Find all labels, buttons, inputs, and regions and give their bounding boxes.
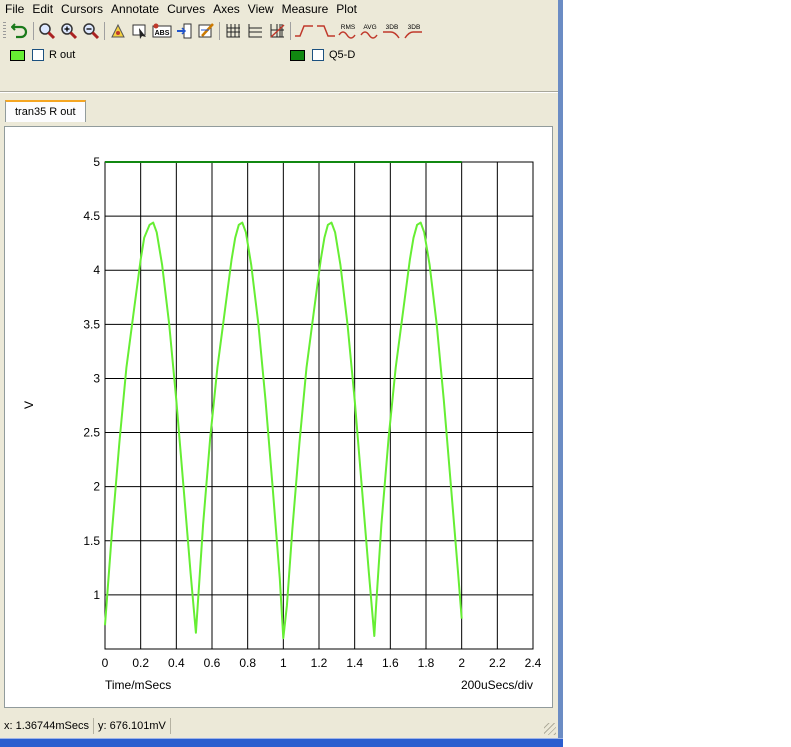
status-x-readout: x: 1.36744mSecs bbox=[0, 718, 94, 734]
status-y-readout: y: 676.101mV bbox=[94, 718, 171, 734]
menu-view[interactable]: View bbox=[244, 0, 278, 18]
y-tick-label: 1 bbox=[93, 588, 100, 602]
legend-entry-q5-d[interactable]: Q5-D bbox=[290, 49, 355, 61]
x-tick-label: 1 bbox=[280, 656, 287, 670]
x-axis-label: Time/mSecs bbox=[105, 678, 171, 692]
x-tick-label: 2.2 bbox=[489, 656, 506, 670]
undo-icon[interactable] bbox=[9, 20, 31, 42]
menu-plot[interactable]: Plot bbox=[332, 0, 361, 18]
legend-checkbox[interactable] bbox=[32, 49, 44, 61]
grid-icon[interactable] bbox=[222, 20, 244, 42]
x-tick-label: 0 bbox=[102, 656, 109, 670]
y-tick-label: 4 bbox=[93, 263, 100, 277]
menu-bar: File Edit Cursors Annotate Curves Axes V… bbox=[0, 0, 558, 18]
toolbar-separator bbox=[33, 22, 34, 40]
status-bar: x: 1.36744mSecs y: 676.101mV bbox=[0, 715, 558, 737]
legend-label: R out bbox=[49, 49, 76, 61]
y-tick-label: 3.5 bbox=[83, 317, 100, 331]
resize-grip[interactable] bbox=[544, 723, 556, 735]
y-axis-label: V bbox=[22, 401, 36, 409]
chart-grid bbox=[104, 161, 534, 650]
menu-measure[interactable]: Measure bbox=[278, 0, 333, 18]
menu-cursors[interactable]: Cursors bbox=[57, 0, 107, 18]
scale-note: 200uSecs/div bbox=[461, 678, 533, 692]
y-tick-label: 5 bbox=[93, 155, 100, 169]
toolbar-separator bbox=[104, 22, 105, 40]
legend-label: Q5-D bbox=[329, 49, 356, 61]
x-tick-label: 2.4 bbox=[525, 656, 542, 670]
x-tick-label: 1.8 bbox=[418, 656, 435, 670]
x-tick-label: 0.2 bbox=[132, 656, 149, 670]
legend-swatch[interactable] bbox=[10, 49, 25, 61]
tab-tran35-r-out[interactable]: tran35 R out bbox=[5, 100, 86, 122]
zoom-icon[interactable] bbox=[36, 20, 58, 42]
3db-low-icon[interactable]: 3DB bbox=[381, 20, 403, 42]
y-tick-label: 1.5 bbox=[83, 534, 100, 548]
avg-icon[interactable]: AVG bbox=[359, 20, 381, 42]
fall-icon[interactable] bbox=[315, 20, 337, 42]
menu-axes[interactable]: Axes bbox=[209, 0, 244, 18]
rise-icon[interactable] bbox=[293, 20, 315, 42]
toolbar-separator bbox=[219, 22, 220, 40]
plot-area[interactable]: 0 0.2 0.4 0.6 0.8 1 1.2 1.4 1.6 1.8 2 2.2 2.4 1 1.5 2 2.… bbox=[4, 126, 553, 708]
legend-checkbox[interactable] bbox=[312, 49, 324, 61]
tab-strip: tran35 R out bbox=[0, 96, 558, 124]
menu-annotate[interactable]: Annotate bbox=[107, 0, 163, 18]
x-tick-label: 1.6 bbox=[382, 656, 399, 670]
curve-legend-bar: R out Q5-D bbox=[0, 44, 558, 70]
zoom-in-icon[interactable] bbox=[58, 20, 80, 42]
legend-swatch[interactable] bbox=[290, 49, 305, 61]
rms-label: RMS bbox=[341, 24, 356, 31]
3db-low-label: 3DB bbox=[386, 24, 399, 31]
y-tick-label: 3 bbox=[93, 371, 100, 385]
log-scale-icon[interactable] bbox=[266, 20, 288, 42]
toolbar-separator bbox=[290, 22, 291, 40]
app-window: File Edit Cursors Annotate Curves Axes V… bbox=[0, 0, 558, 746]
x-tick-label: 1.4 bbox=[346, 656, 363, 670]
divider bbox=[0, 92, 558, 93]
legend-entry-r-out[interactable]: R out bbox=[10, 49, 75, 61]
menu-edit[interactable]: Edit bbox=[28, 0, 57, 18]
x-tick-label: 0.6 bbox=[204, 656, 221, 670]
abs-label: ABS bbox=[155, 30, 170, 37]
label-icon[interactable]: ABS bbox=[151, 20, 173, 42]
pan-icon[interactable] bbox=[107, 20, 129, 42]
chart[interactable]: 0 0.2 0.4 0.6 0.8 1 1.2 1.4 1.6 1.8 2 2.2 2.4 1 1.5 2 2.… bbox=[5, 127, 552, 707]
toolbar-grip[interactable] bbox=[3, 22, 6, 40]
menu-file[interactable]: File bbox=[0, 0, 28, 18]
3db-high-icon[interactable]: 3DB bbox=[403, 20, 425, 42]
3db-high-label: 3DB bbox=[408, 24, 421, 31]
menu-curves[interactable]: Curves bbox=[163, 0, 209, 18]
rms-icon[interactable]: RMS bbox=[337, 20, 359, 42]
x-tick-label: 0.8 bbox=[239, 656, 256, 670]
cursor-icon[interactable] bbox=[129, 20, 151, 42]
insert-icon[interactable] bbox=[173, 20, 195, 42]
window-border bbox=[558, 0, 563, 746]
zoom-out-icon[interactable] bbox=[80, 20, 102, 42]
y-tick-label: 2.5 bbox=[83, 426, 100, 440]
x-tick-label: 2 bbox=[458, 656, 465, 670]
y-tick-label: 4.5 bbox=[83, 209, 100, 223]
x-tick-label: 0.4 bbox=[168, 656, 185, 670]
horizontal-grid-icon[interactable] bbox=[244, 20, 266, 42]
toolbar: ABS RMS AVG 3DB 3DB bbox=[0, 19, 558, 43]
x-tick-label: 1.2 bbox=[311, 656, 328, 670]
edit-icon[interactable] bbox=[195, 20, 217, 42]
chart-ticks: 0 0.2 0.4 0.6 0.8 1 1.2 1.4 1.6 1.8 2 2.2 2.4 1 1.5 2 2.… bbox=[83, 155, 541, 670]
y-tick-label: 2 bbox=[93, 480, 100, 494]
avg-label: AVG bbox=[363, 24, 376, 31]
